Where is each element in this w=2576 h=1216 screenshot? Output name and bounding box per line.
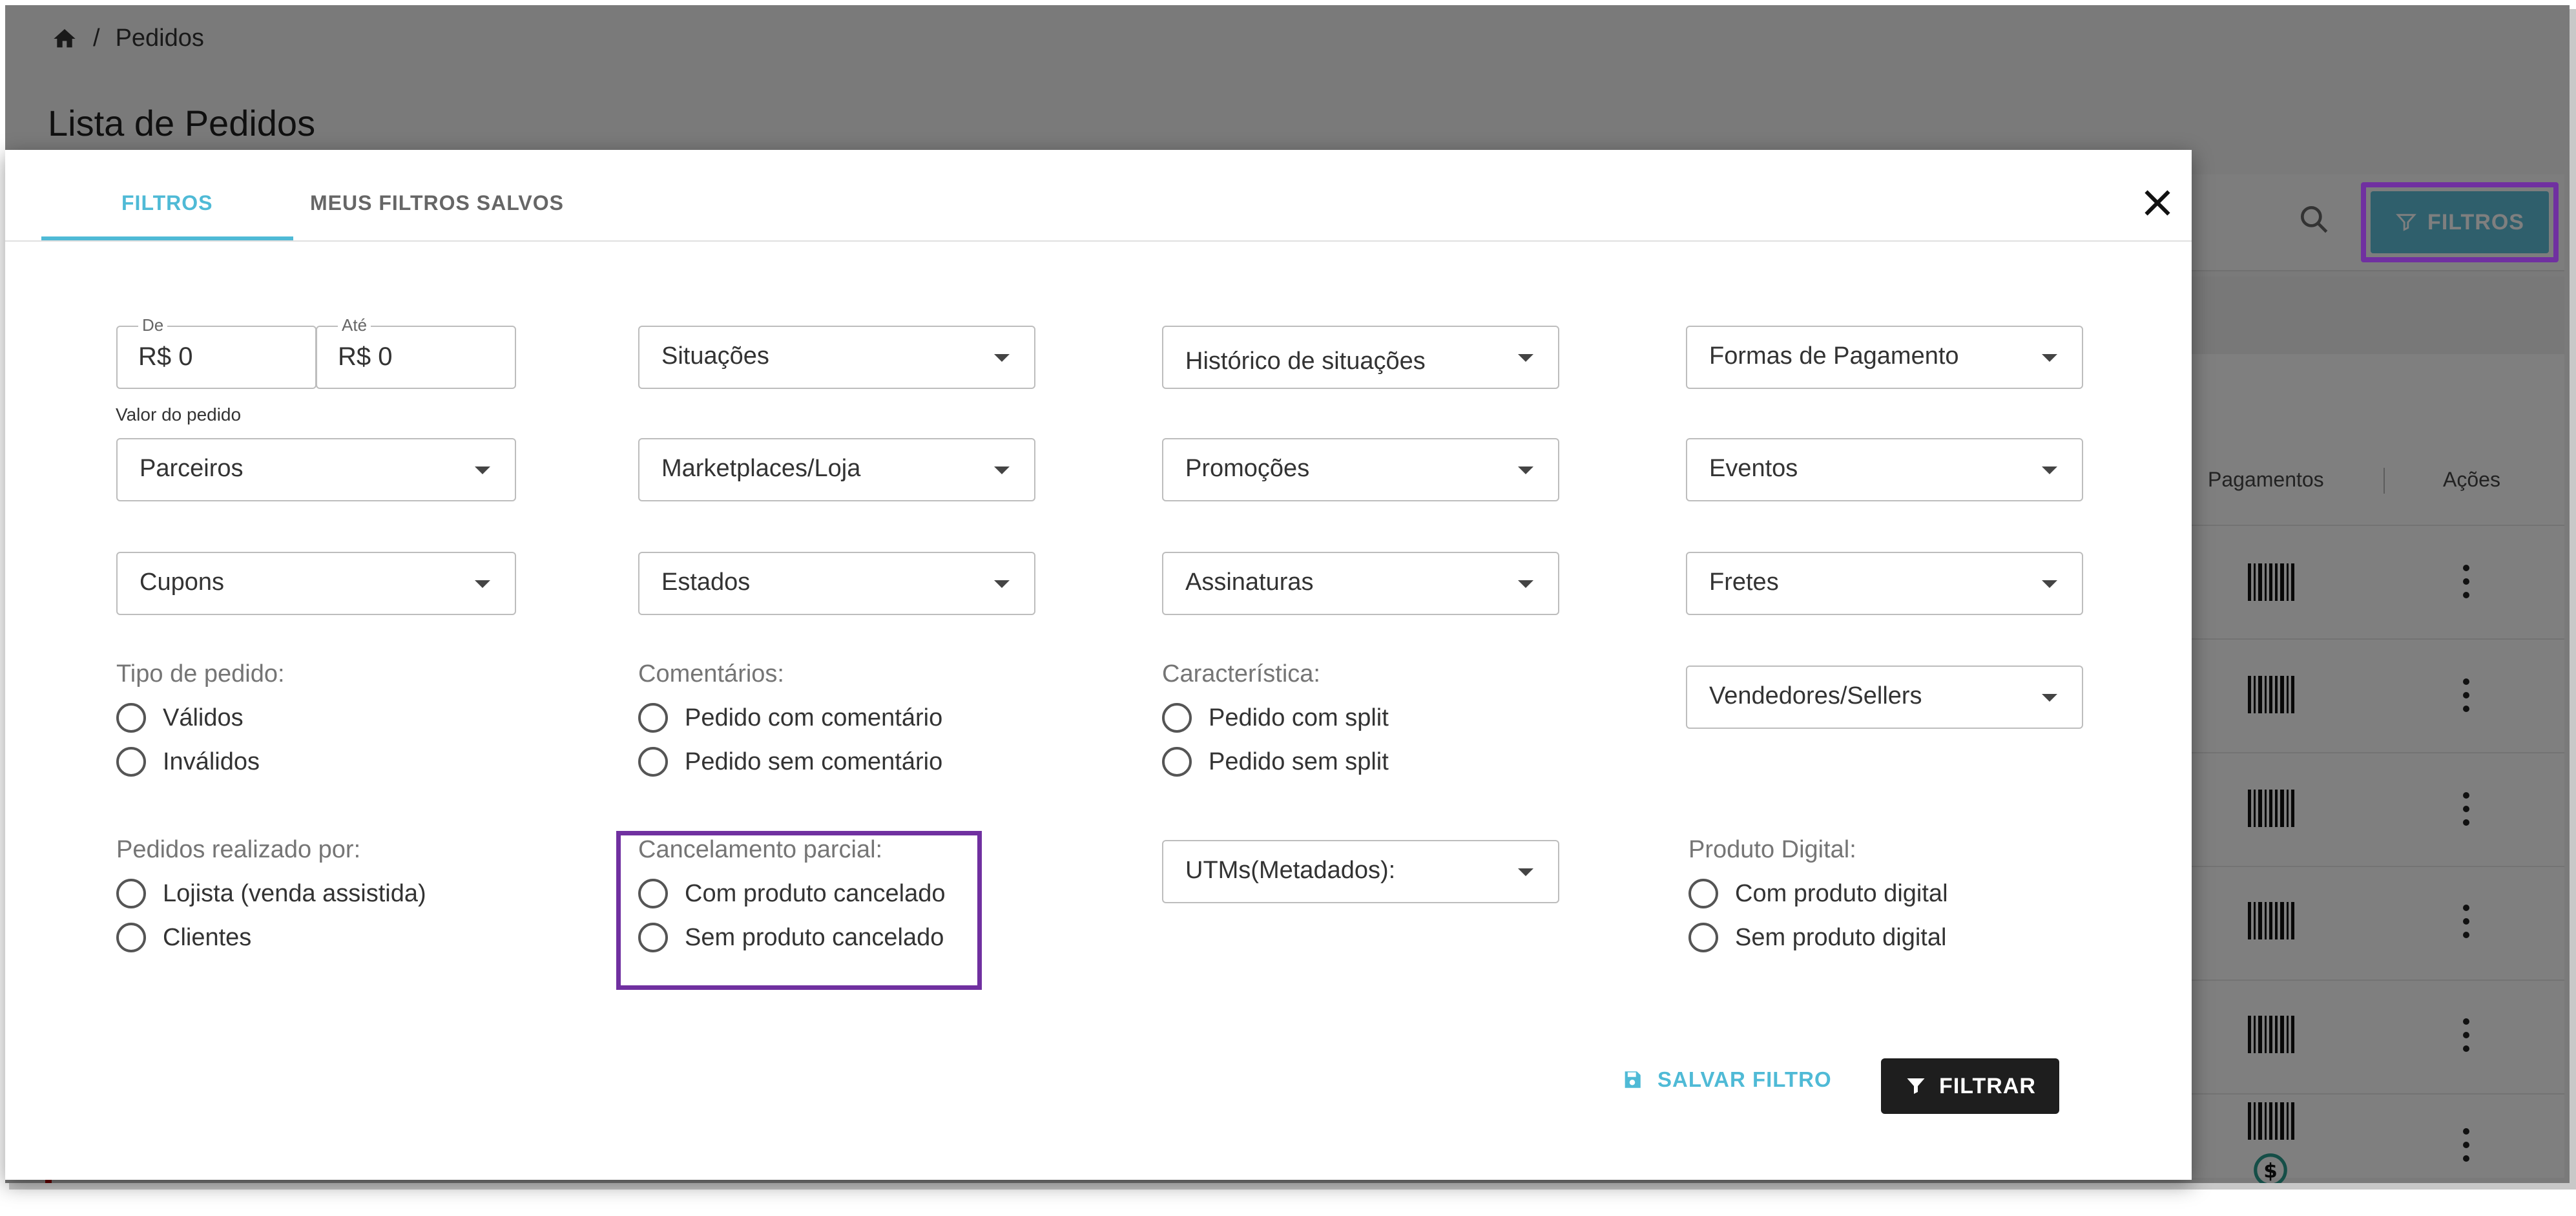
radio-com-comentario[interactable]: Pedido com comentário (638, 703, 942, 733)
chevron-down-icon (994, 354, 1010, 362)
comentarios-title: Comentários: (638, 660, 784, 687)
floppy-disk-icon (1625, 1071, 1641, 1088)
filters-modal: FILTROS MEUS FILTROS SALVOS De R$ 0 Até … (5, 150, 2192, 1180)
cancelamento-highlight-box (616, 831, 982, 990)
eventos-select[interactable]: Eventos (1686, 438, 2083, 501)
radio-circle-icon (116, 879, 146, 908)
radio-lojista[interactable]: Lojista (venda assistida) (116, 879, 426, 908)
frame-shadow (2570, 9, 2576, 1187)
tipo-pedido-title: Tipo de pedido: (116, 660, 285, 687)
radio-circle-icon (1688, 923, 1718, 952)
radio-circle-icon (116, 923, 146, 952)
radio-label: Pedido com split (1209, 704, 1389, 731)
radio-com-produto-digital[interactable]: Com produto digital (1688, 879, 1948, 908)
radio-clientes[interactable]: Clientes (116, 923, 251, 952)
assinaturas-label: Assinaturas (1185, 569, 1314, 596)
chevron-down-icon (2042, 466, 2057, 474)
filter-icon (1907, 1078, 1925, 1094)
radio-circle-icon (1162, 703, 1192, 733)
valor-ate-label: Até (338, 315, 371, 335)
radio-label: Sem produto digital (1735, 923, 1947, 951)
chevron-down-icon (1518, 868, 1533, 876)
valor-pedido-hint: Valor do pedido (116, 404, 242, 425)
produto-digital-title: Produto Digital: (1688, 836, 1856, 863)
fretes-select[interactable]: Fretes (1686, 552, 2083, 615)
chevron-down-icon (475, 580, 490, 588)
close-icon[interactable] (2138, 183, 2177, 222)
chevron-down-icon (994, 466, 1010, 474)
tab-filtros[interactable]: FILTROS (121, 191, 213, 215)
tab-meus-filtros-salvos[interactable]: MEUS FILTROS SALVOS (310, 191, 564, 215)
radio-circle-icon (1688, 879, 1718, 908)
radio-label: Válidos (163, 704, 244, 731)
assinaturas-select[interactable]: Assinaturas (1162, 552, 1559, 615)
cupons-label: Cupons (140, 569, 224, 596)
historico-label: Histórico de situações (1185, 348, 1426, 375)
chevron-down-icon (2042, 354, 2057, 362)
radio-invalidos[interactable]: Inválidos (116, 747, 260, 777)
radio-label: Lojista (venda assistida) (163, 879, 426, 907)
promocoes-label: Promoções (1185, 455, 1310, 482)
valor-de-label: De (138, 315, 168, 335)
apply-filter-button[interactable]: FILTRAR (1881, 1058, 2059, 1114)
radio-label: Inválidos (163, 748, 260, 775)
radio-circle-icon (116, 747, 146, 777)
vendedores-label: Vendedores/Sellers (1709, 682, 1922, 709)
radio-circle-icon (638, 747, 668, 777)
realizado-por-title: Pedidos realizado por: (116, 836, 361, 863)
chevron-down-icon (1518, 580, 1533, 588)
chevron-down-icon (994, 580, 1010, 588)
radio-sem-split[interactable]: Pedido sem split (1162, 747, 1389, 777)
parceiros-select[interactable]: Parceiros (116, 438, 516, 501)
radio-label: Pedido com comentário (685, 704, 943, 731)
historico-situacoes-select[interactable]: Histórico de situações (1162, 326, 1559, 389)
valor-ate-value: R$ 0 (338, 342, 393, 371)
modal-tabs: FILTROS MEUS FILTROS SALVOS (5, 150, 2192, 242)
chevron-down-icon (475, 466, 490, 474)
radio-label: Com produto digital (1735, 879, 1948, 907)
radio-circle-icon (116, 703, 146, 733)
radio-label: Pedido sem split (1209, 748, 1389, 775)
promocoes-select[interactable]: Promoções (1162, 438, 1559, 501)
marketplaces-label: Marketplaces/Loja (661, 455, 861, 482)
valor-de-input[interactable]: De R$ 0 (116, 315, 317, 389)
frame-shadow (9, 1183, 2576, 1190)
eventos-label: Eventos (1709, 455, 1798, 482)
valor-ate-input[interactable]: Até R$ 0 (316, 315, 516, 389)
situacoes-select[interactable]: Situações (638, 326, 1035, 389)
radio-circle-icon (638, 703, 668, 733)
save-filter-button[interactable]: SALVAR FILTRO (1621, 1067, 1832, 1092)
fretes-label: Fretes (1709, 569, 1779, 596)
apply-filter-label: FILTRAR (1939, 1073, 2036, 1098)
parceiros-label: Parceiros (140, 455, 244, 482)
cupons-select[interactable]: Cupons (116, 552, 516, 615)
radio-label: Pedido sem comentário (685, 748, 943, 775)
chevron-down-icon (1518, 354, 1533, 362)
radio-label: Clientes (163, 923, 252, 951)
caracteristica-title: Característica: (1162, 660, 1320, 687)
utms-select[interactable]: UTMs(Metadados): (1162, 840, 1559, 903)
radio-sem-produto-digital[interactable]: Sem produto digital (1688, 923, 1946, 952)
estados-label: Estados (661, 569, 751, 596)
radio-sem-comentario[interactable]: Pedido sem comentário (638, 747, 942, 777)
radio-com-split[interactable]: Pedido com split (1162, 703, 1389, 733)
chevron-down-icon (1518, 466, 1533, 474)
valor-de-value: R$ 0 (138, 342, 193, 371)
chevron-down-icon (2042, 694, 2057, 702)
formas-pagamento-select[interactable]: Formas de Pagamento (1686, 326, 2083, 389)
radio-validos[interactable]: Válidos (116, 703, 244, 733)
marketplaces-select[interactable]: Marketplaces/Loja (638, 438, 1035, 501)
estados-select[interactable]: Estados (638, 552, 1035, 615)
formas-pagamento-label: Formas de Pagamento (1709, 342, 1959, 370)
radio-circle-icon (1162, 747, 1192, 777)
active-tab-indicator (41, 236, 293, 240)
situacoes-label: Situações (661, 342, 769, 370)
save-filter-label: SALVAR FILTRO (1657, 1067, 1832, 1091)
utms-label: UTMs(Metadados): (1185, 857, 1396, 884)
chevron-down-icon (2042, 580, 2057, 588)
vendedores-select[interactable]: Vendedores/Sellers (1686, 666, 2083, 729)
filter-button-highlight (2361, 182, 2559, 262)
